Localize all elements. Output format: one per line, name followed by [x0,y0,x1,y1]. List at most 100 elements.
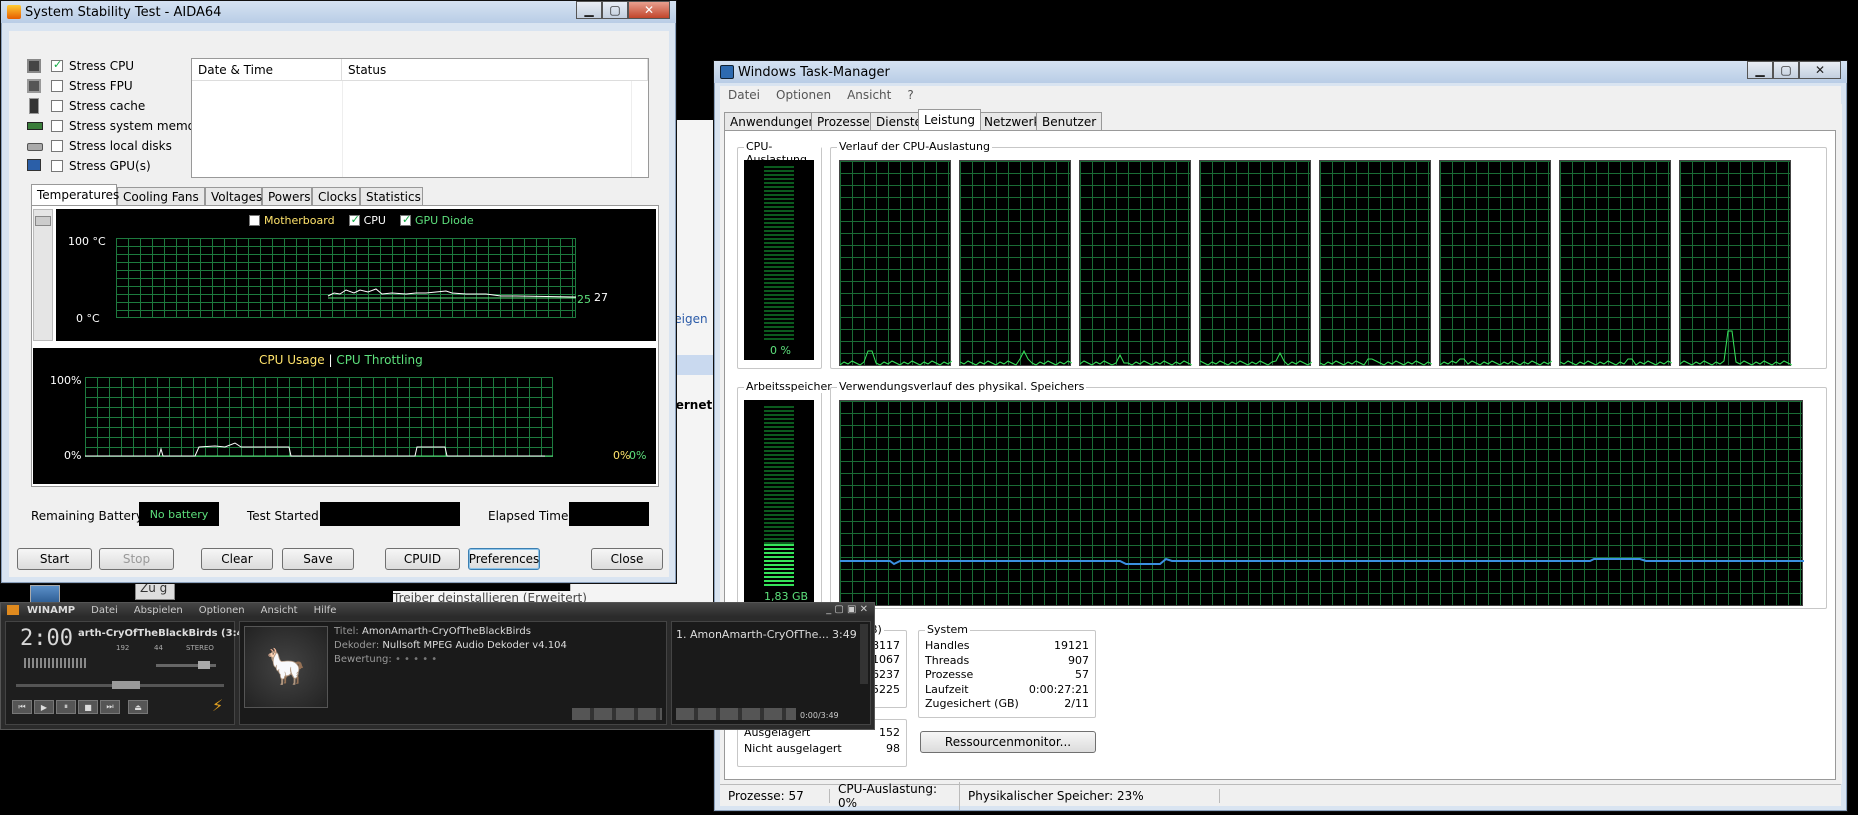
info-title-row: Titel: AmonAmarth-CryOfTheBlackBirds [334,626,531,637]
menu-hilfe[interactable]: Hilfe [314,605,337,616]
tab-voltages[interactable]: Voltages [205,187,262,205]
cpu-core-graph [839,160,952,366]
elapsed-time-label: Elapsed Time: [488,509,573,523]
close-window-button[interactable]: ✕ [1799,61,1841,79]
log-table[interactable]: Date & Time Status [191,58,649,178]
clear-button[interactable]: Clear [201,548,273,570]
bitrate: 192 [116,644,130,652]
cpu-legend: CPU [363,214,386,227]
task-manager-icon [720,65,734,79]
cpu-core-graph [1079,160,1192,366]
cpu-checkbox[interactable] [348,213,360,226]
tab-powers[interactable]: Powers [262,187,312,205]
playlist-scrollbar[interactable] [860,624,868,684]
tab-anwendungen[interactable]: Anwendungen [724,112,823,130]
transport-controls: ⏮ ▶ ⏸ ■ ⏭ ⏏ [12,700,148,714]
cpuid-button[interactable]: CPUID [385,548,460,570]
menu-datei[interactable]: Datei [728,88,760,102]
winamp-window-controls[interactable]: _ ▢ ▣ ✕ [826,604,868,615]
info-toolbar[interactable] [572,708,662,720]
stop-button[interactable]: ■ [78,700,98,714]
tab-statistics[interactable]: Statistics [360,187,423,205]
cpu-core-trace [1080,353,1192,366]
volume-slider[interactable] [156,661,216,669]
aida64-client: Stress CPU Stress FPU Stress cache Stres… [9,31,669,577]
stop-button[interactable]: Stop [99,548,174,570]
menu-optionen[interactable]: Optionen [199,605,245,616]
gpu-diode-checkbox[interactable] [399,213,411,226]
stress-fpu-checkbox[interactable] [51,80,63,92]
resource-monitor-button[interactable]: Ressourcenmonitor... [920,731,1096,753]
save-button[interactable]: Save [282,548,354,570]
start-button[interactable]: Start [17,548,92,570]
motherboard-checkbox[interactable] [249,215,260,226]
close-button[interactable]: Close [591,548,663,570]
tab-leistung[interactable]: Leistung [918,109,981,130]
stress-disks-option[interactable]: Stress local disks [27,137,197,155]
stress-cpu-option[interactable]: Stress CPU [27,57,197,75]
previous-button[interactable]: ⏮ [12,700,32,714]
tab-benutzer[interactable]: Benutzer [1036,112,1103,130]
status-column-header[interactable]: Status [342,59,648,80]
system-group: System Handles 19121 Threads 907 Prozesse 5… [918,623,1096,718]
task-manager-client: Anwendungen Prozesse Dienste Leistung Ne… [720,104,1842,784]
winamp-titlebar[interactable]: WINAMP Datei Abspielen Optionen Ansicht … [1,603,874,617]
playlist-time-display: 0:00/3:49 [800,711,839,720]
winamp-icon [7,605,19,615]
system-row: Zugesichert (GB) 2/11 [925,697,1089,713]
stress-gpu-checkbox[interactable] [51,160,63,172]
stress-gpu-option[interactable]: Stress GPU(s) [27,157,197,175]
menu-optionen[interactable]: Optionen [776,88,831,102]
slider-thumb[interactable] [198,661,210,669]
kernel-value: 152 [879,726,900,739]
playlist-item[interactable]: 1. AmonAmarth-CryOfThe... [676,628,829,641]
stress-label: Stress GPU(s) [69,159,151,173]
playback-time[interactable]: 2:00 [20,626,73,651]
cpu-temp-value: 27 [594,291,608,304]
stress-cache-option[interactable]: Stress cache [27,97,197,115]
menu-datei[interactable]: Datei [91,605,118,616]
preferences-button[interactable]: Preferences [468,548,540,570]
playlist-toolbar[interactable] [676,708,796,720]
seek-bar[interactable] [16,681,224,689]
visualizer [24,658,86,668]
maximize-button[interactable]: ▢ [1773,61,1799,79]
playlist-item-time: 3:49 [832,628,857,641]
info-value[interactable]: • • • • • [395,654,437,665]
menu-abspielen[interactable]: Abspielen [134,605,183,616]
lightning-icon[interactable]: ⚡ [212,696,223,715]
tab-cooling-fans[interactable]: Cooling Fans [117,187,205,205]
temp-axis-max: 100 °C [68,235,106,248]
next-button[interactable]: ⏭ [100,700,120,714]
cpu-icon [27,59,41,73]
tab-clocks[interactable]: Clocks [312,187,360,205]
aida64-titlebar[interactable]: System Stability Test - AIDA64 ▁ ▢ ✕ [1,1,676,23]
seek-thumb[interactable] [112,681,140,689]
minimize-button[interactable]: ▁ [576,1,602,19]
stress-cpu-checkbox[interactable] [51,58,63,72]
stress-cache-checkbox[interactable] [51,100,63,112]
stress-disks-checkbox[interactable] [51,140,63,152]
task-manager-titlebar[interactable]: Windows Task-Manager ▁ ▢ ✕ [714,61,1847,83]
eject-button[interactable]: ⏏ [128,700,148,714]
stress-memory-option[interactable]: Stress system memory [27,117,217,135]
pause-button[interactable]: ⏸ [56,700,76,714]
play-button[interactable]: ▶ [34,700,54,714]
tab-temperatures[interactable]: Temperatures [31,184,119,205]
maximize-button[interactable]: ▢ [602,1,628,19]
cpu-core-graph [1439,160,1552,366]
menu-ansicht[interactable]: Ansicht [847,88,891,102]
cpu-core-graph [1199,160,1312,366]
tab-prozesse[interactable]: Prozesse [811,112,876,130]
menu-help[interactable]: ? [907,88,913,102]
phys-value: 6237 [872,668,900,681]
winamp-logo: WINAMP [27,604,76,616]
stress-memory-checkbox[interactable] [51,120,63,132]
date-column-header[interactable]: Date & Time [192,59,342,80]
scrollbar-thumb[interactable] [35,216,51,226]
stress-fpu-option[interactable]: Stress FPU [27,77,197,95]
sensor-scrollbar[interactable] [33,209,53,341]
minimize-button[interactable]: ▁ [1747,61,1773,79]
menu-ansicht[interactable]: Ansicht [261,605,298,616]
close-window-button[interactable]: ✕ [628,1,670,19]
